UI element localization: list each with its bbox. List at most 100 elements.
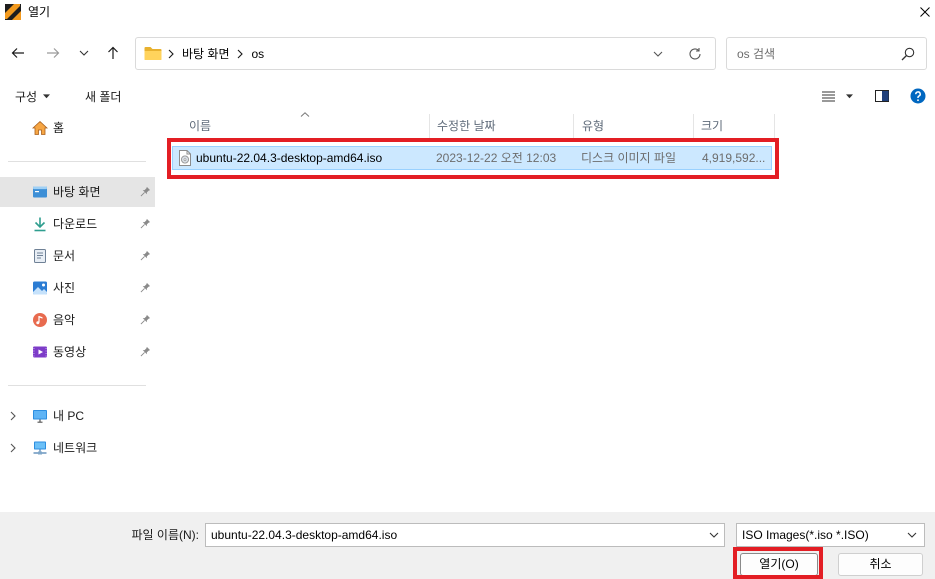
sidebar-item-label: 바탕 화면 bbox=[53, 185, 101, 199]
sidebar-item-label: 문서 bbox=[53, 249, 76, 263]
sidebar-item-desktop[interactable]: 바탕 화면 bbox=[0, 177, 155, 207]
column-header-name[interactable]: 이름 bbox=[172, 114, 429, 138]
organize-button[interactable]: 구성 bbox=[10, 85, 55, 107]
file-list: 이름 수정한 날짜 유형 크기 ubuntu-22.04.3-desktop-a… bbox=[158, 112, 935, 512]
expand-chevron-icon[interactable] bbox=[10, 443, 16, 453]
open-button[interactable]: 열기(O) bbox=[740, 553, 818, 576]
app-icon bbox=[5, 4, 21, 20]
cancel-button[interactable]: 취소 bbox=[838, 553, 923, 576]
network-icon bbox=[32, 440, 48, 456]
navigation-pane: 홈 바탕 화면 다운로드 문서 사진 음악 동영상 내 PC 네트워크 bbox=[0, 112, 155, 512]
change-view-button[interactable] bbox=[818, 86, 838, 106]
search-box[interactable] bbox=[726, 37, 927, 70]
search-button[interactable] bbox=[898, 45, 918, 63]
breadcrumb: 바탕 화면 os bbox=[144, 38, 264, 69]
address-history-dropdown-button[interactable] bbox=[648, 45, 668, 63]
file-type-select[interactable]: ISO Images(*.iso *.ISO) bbox=[736, 523, 925, 547]
file-date-modified: 2023-12-22 오전 12:03 bbox=[436, 151, 557, 165]
new-folder-label: 새 폴더 bbox=[85, 89, 122, 104]
column-header-date-modified[interactable]: 수정한 날짜 bbox=[429, 114, 573, 138]
sidebar-item-label: 사진 bbox=[53, 281, 76, 295]
pin-icon[interactable] bbox=[140, 250, 151, 261]
breadcrumb-item-os[interactable]: os bbox=[252, 47, 265, 61]
forward-button[interactable] bbox=[41, 41, 65, 65]
preview-pane-icon bbox=[875, 90, 889, 102]
sidebar-item-videos[interactable]: 동영상 bbox=[0, 337, 155, 367]
file-name-dropdown-button[interactable] bbox=[705, 527, 723, 543]
sidebar-divider bbox=[8, 161, 146, 162]
search-input[interactable] bbox=[737, 46, 897, 62]
dropdown-triangle-icon bbox=[845, 93, 853, 98]
chevron-down-icon bbox=[653, 51, 663, 57]
documents-icon bbox=[32, 248, 48, 264]
back-arrow-icon bbox=[11, 48, 24, 58]
sidebar-item-this-pc[interactable]: 내 PC bbox=[0, 401, 155, 431]
videos-icon bbox=[32, 344, 48, 360]
file-type: 디스크 이미지 파일 bbox=[581, 151, 676, 165]
sidebar-item-documents[interactable]: 문서 bbox=[0, 241, 155, 271]
chevron-down-icon[interactable] bbox=[903, 527, 921, 543]
sidebar-item-label: 동영상 bbox=[53, 345, 87, 359]
pin-icon[interactable] bbox=[140, 282, 151, 293]
sidebar-item-music[interactable]: 음악 bbox=[0, 305, 155, 335]
column-header-type[interactable]: 유형 bbox=[573, 114, 693, 138]
address-bar[interactable]: 바탕 화면 os bbox=[135, 37, 716, 70]
new-folder-button[interactable]: 새 폴더 bbox=[80, 85, 126, 107]
pin-icon[interactable] bbox=[140, 218, 151, 229]
sidebar-divider bbox=[8, 385, 146, 386]
file-name: ubuntu-22.04.3-desktop-amd64.iso bbox=[196, 151, 383, 165]
sidebar-item-pictures[interactable]: 사진 bbox=[0, 273, 155, 303]
sidebar-item-home[interactable]: 홈 bbox=[0, 113, 155, 143]
chevron-down-icon bbox=[709, 532, 719, 538]
list-view-icon bbox=[821, 90, 835, 102]
file-name-label: 파일 이름(N): bbox=[131, 528, 200, 542]
search-icon bbox=[901, 47, 915, 61]
pin-icon[interactable] bbox=[140, 186, 151, 197]
pc-icon bbox=[32, 408, 48, 424]
help-icon bbox=[910, 88, 926, 104]
file-row[interactable]: ubuntu-22.04.3-desktop-amd64.iso 2023-12… bbox=[172, 146, 772, 170]
file-name-combobox[interactable] bbox=[205, 523, 725, 547]
column-header-size[interactable]: 크기 bbox=[693, 114, 775, 138]
sidebar-item-label: 음악 bbox=[53, 313, 76, 327]
sidebar-item-downloads[interactable]: 다운로드 bbox=[0, 209, 155, 239]
help-button[interactable] bbox=[908, 86, 928, 106]
forward-arrow-icon bbox=[47, 48, 60, 58]
dropdown-triangle-icon bbox=[43, 93, 51, 98]
folder-icon bbox=[144, 46, 162, 61]
file-size: 4,919,592... bbox=[702, 151, 766, 165]
refresh-icon bbox=[689, 48, 701, 60]
refresh-button[interactable] bbox=[685, 45, 705, 63]
sidebar-item-label: 홈 bbox=[53, 121, 65, 135]
download-icon bbox=[32, 216, 48, 232]
disc-image-file-icon bbox=[178, 150, 192, 166]
window-title: 열기 bbox=[28, 5, 51, 19]
home-icon bbox=[32, 120, 48, 136]
close-icon bbox=[920, 7, 930, 17]
breadcrumb-chevron-icon[interactable] bbox=[237, 49, 243, 59]
organize-label: 구성 bbox=[15, 89, 38, 104]
sidebar-item-label: 다운로드 bbox=[53, 217, 98, 231]
breadcrumb-chevron-icon[interactable] bbox=[168, 49, 174, 59]
breadcrumb-item-desktop[interactable]: 바탕 화면 bbox=[182, 47, 230, 61]
up-one-level-button[interactable] bbox=[101, 41, 125, 65]
sidebar-item-label: 네트워크 bbox=[53, 441, 98, 455]
dialog-footer: 파일 이름(N): ISO Images(*.iso *.ISO) 열기(O) … bbox=[0, 512, 935, 579]
pin-icon[interactable] bbox=[140, 314, 151, 325]
recent-locations-button[interactable] bbox=[74, 41, 94, 65]
close-button[interactable] bbox=[915, 1, 935, 23]
preview-pane-button[interactable] bbox=[872, 86, 892, 106]
music-icon bbox=[32, 312, 48, 328]
up-arrow-icon bbox=[108, 46, 118, 59]
chevron-down-icon bbox=[79, 50, 89, 56]
title-bar: 열기 bbox=[0, 0, 935, 24]
expand-chevron-icon[interactable] bbox=[10, 411, 16, 421]
desktop-icon bbox=[32, 184, 48, 200]
sidebar-item-network[interactable]: 네트워크 bbox=[0, 433, 155, 463]
view-options-dropdown-button[interactable] bbox=[843, 86, 855, 106]
pictures-icon bbox=[32, 280, 48, 296]
pin-icon[interactable] bbox=[140, 346, 151, 357]
file-name-input[interactable] bbox=[211, 528, 701, 542]
sidebar-item-label: 내 PC bbox=[53, 409, 85, 423]
back-button[interactable] bbox=[6, 41, 30, 65]
